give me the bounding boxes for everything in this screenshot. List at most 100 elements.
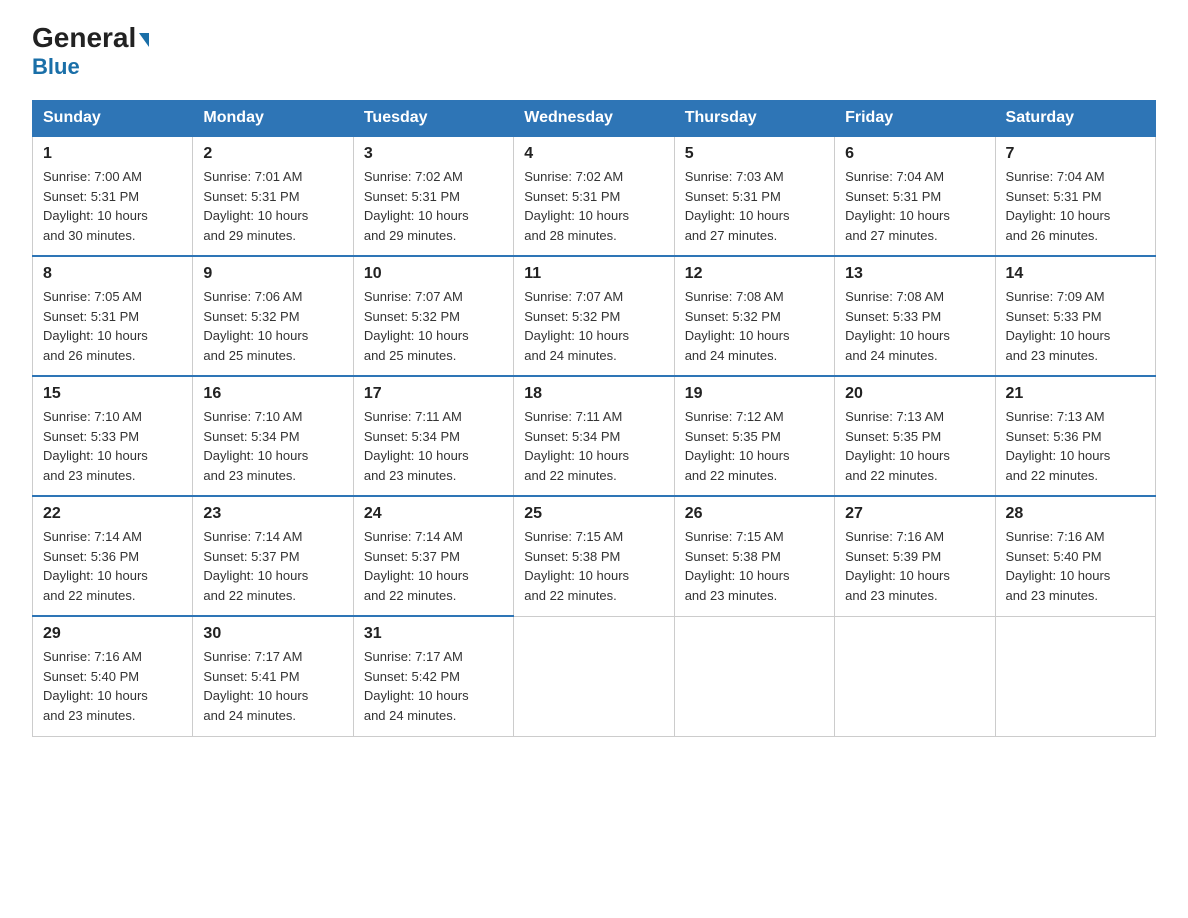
calendar-cell: 8 Sunrise: 7:05 AM Sunset: 5:31 PM Daylig… [33, 256, 193, 376]
calendar-cell: 1Sunrise: 7:00 AM Sunset: 5:31 PM Daylig… [33, 136, 193, 256]
day-number: 26 [685, 505, 824, 523]
calendar-cell [674, 616, 834, 736]
calendar-cell: 28 Sunrise: 7:16 AM Sunset: 5:40 PM Dayli… [995, 496, 1155, 616]
calendar-cell: 10 Sunrise: 7:07 AM Sunset: 5:32 PM Dayli… [353, 256, 513, 376]
day-info: Sunrise: 7:15 AM Sunset: 5:38 PM Dayligh… [524, 527, 663, 605]
logo: General Blue [32, 24, 149, 80]
day-info: Sunrise: 7:04 AM Sunset: 5:31 PM Dayligh… [845, 167, 984, 245]
calendar-cell: 22 Sunrise: 7:14 AM Sunset: 5:36 PM Dayli… [33, 496, 193, 616]
logo-general: General [32, 24, 149, 52]
calendar-table: SundayMondayTuesdayWednesdayThursdayFrid… [32, 100, 1156, 737]
day-number: 23 [203, 505, 342, 523]
calendar-cell [995, 616, 1155, 736]
day-info: Sunrise: 7:08 AM Sunset: 5:33 PM Dayligh… [845, 287, 984, 365]
calendar-cell: 30 Sunrise: 7:17 AM Sunset: 5:41 PM Dayli… [193, 616, 353, 736]
day-number: 20 [845, 385, 984, 403]
logo-blue-text: Blue [32, 54, 80, 80]
day-number: 8 [43, 265, 182, 283]
calendar-cell: 31 Sunrise: 7:17 AM Sunset: 5:42 PM Dayli… [353, 616, 513, 736]
day-number: 29 [43, 625, 182, 643]
day-info: Sunrise: 7:03 AM Sunset: 5:31 PM Dayligh… [685, 167, 824, 245]
day-number: 7 [1006, 145, 1145, 163]
calendar-week-row: 29 Sunrise: 7:16 AM Sunset: 5:40 PM Dayli… [33, 616, 1156, 736]
day-info: Sunrise: 7:15 AM Sunset: 5:38 PM Dayligh… [685, 527, 824, 605]
calendar-cell: 9 Sunrise: 7:06 AM Sunset: 5:32 PM Daylig… [193, 256, 353, 376]
day-number: 5 [685, 145, 824, 163]
day-info: Sunrise: 7:08 AM Sunset: 5:32 PM Dayligh… [685, 287, 824, 365]
calendar-cell: 4 Sunrise: 7:02 AM Sunset: 5:31 PM Daylig… [514, 136, 674, 256]
page-header: General Blue [32, 24, 1156, 80]
calendar-cell: 24 Sunrise: 7:14 AM Sunset: 5:37 PM Dayli… [353, 496, 513, 616]
day-number: 4 [524, 145, 663, 163]
day-number: 21 [1006, 385, 1145, 403]
day-number: 18 [524, 385, 663, 403]
day-number: 16 [203, 385, 342, 403]
day-info: Sunrise: 7:13 AM Sunset: 5:36 PM Dayligh… [1006, 407, 1145, 485]
day-info: Sunrise: 7:02 AM Sunset: 5:31 PM Dayligh… [524, 167, 663, 245]
day-number: 6 [845, 145, 984, 163]
day-number: 15 [43, 385, 182, 403]
calendar-week-row: 1Sunrise: 7:00 AM Sunset: 5:31 PM Daylig… [33, 136, 1156, 256]
day-number: 22 [43, 505, 182, 523]
day-info: Sunrise: 7:14 AM Sunset: 5:37 PM Dayligh… [364, 527, 503, 605]
day-number: 25 [524, 505, 663, 523]
calendar-cell: 21 Sunrise: 7:13 AM Sunset: 5:36 PM Dayli… [995, 376, 1155, 496]
day-info: Sunrise: 7:00 AM Sunset: 5:31 PM Dayligh… [43, 167, 182, 245]
calendar-week-row: 22 Sunrise: 7:14 AM Sunset: 5:36 PM Dayli… [33, 496, 1156, 616]
calendar-cell: 7 Sunrise: 7:04 AM Sunset: 5:31 PM Daylig… [995, 136, 1155, 256]
day-info: Sunrise: 7:12 AM Sunset: 5:35 PM Dayligh… [685, 407, 824, 485]
calendar-cell: 23 Sunrise: 7:14 AM Sunset: 5:37 PM Dayli… [193, 496, 353, 616]
day-info: Sunrise: 7:17 AM Sunset: 5:42 PM Dayligh… [364, 647, 503, 725]
day-info: Sunrise: 7:04 AM Sunset: 5:31 PM Dayligh… [1006, 167, 1145, 245]
day-info: Sunrise: 7:16 AM Sunset: 5:40 PM Dayligh… [1006, 527, 1145, 605]
day-number: 31 [364, 625, 503, 643]
calendar-cell: 6 Sunrise: 7:04 AM Sunset: 5:31 PM Daylig… [835, 136, 995, 256]
day-info: Sunrise: 7:14 AM Sunset: 5:36 PM Dayligh… [43, 527, 182, 605]
column-header-tuesday: Tuesday [353, 101, 513, 137]
column-header-wednesday: Wednesday [514, 101, 674, 137]
day-info: Sunrise: 7:10 AM Sunset: 5:33 PM Dayligh… [43, 407, 182, 485]
day-number: 3 [364, 145, 503, 163]
day-info: Sunrise: 7:17 AM Sunset: 5:41 PM Dayligh… [203, 647, 342, 725]
calendar-cell: 17Sunrise: 7:11 AM Sunset: 5:34 PM Dayli… [353, 376, 513, 496]
day-info: Sunrise: 7:11 AM Sunset: 5:34 PM Dayligh… [524, 407, 663, 485]
column-header-monday: Monday [193, 101, 353, 137]
calendar-cell: 19 Sunrise: 7:12 AM Sunset: 5:35 PM Dayli… [674, 376, 834, 496]
day-info: Sunrise: 7:13 AM Sunset: 5:35 PM Dayligh… [845, 407, 984, 485]
day-number: 13 [845, 265, 984, 283]
day-info: Sunrise: 7:09 AM Sunset: 5:33 PM Dayligh… [1006, 287, 1145, 365]
day-info: Sunrise: 7:06 AM Sunset: 5:32 PM Dayligh… [203, 287, 342, 365]
day-number: 10 [364, 265, 503, 283]
calendar-cell: 15 Sunrise: 7:10 AM Sunset: 5:33 PM Dayli… [33, 376, 193, 496]
calendar-cell: 25 Sunrise: 7:15 AM Sunset: 5:38 PM Dayli… [514, 496, 674, 616]
column-header-sunday: Sunday [33, 101, 193, 137]
day-info: Sunrise: 7:16 AM Sunset: 5:40 PM Dayligh… [43, 647, 182, 725]
day-info: Sunrise: 7:02 AM Sunset: 5:31 PM Dayligh… [364, 167, 503, 245]
day-info: Sunrise: 7:16 AM Sunset: 5:39 PM Dayligh… [845, 527, 984, 605]
calendar-cell: 20 Sunrise: 7:13 AM Sunset: 5:35 PM Dayli… [835, 376, 995, 496]
day-number: 28 [1006, 505, 1145, 523]
calendar-cell: 14 Sunrise: 7:09 AM Sunset: 5:33 PM Dayli… [995, 256, 1155, 376]
column-header-friday: Friday [835, 101, 995, 137]
day-number: 9 [203, 265, 342, 283]
calendar-cell [835, 616, 995, 736]
day-info: Sunrise: 7:14 AM Sunset: 5:37 PM Dayligh… [203, 527, 342, 605]
day-info: Sunrise: 7:11 AM Sunset: 5:34 PM Dayligh… [364, 407, 503, 485]
calendar-week-row: 8 Sunrise: 7:05 AM Sunset: 5:31 PM Daylig… [33, 256, 1156, 376]
day-info: Sunrise: 7:10 AM Sunset: 5:34 PM Dayligh… [203, 407, 342, 485]
day-info: Sunrise: 7:07 AM Sunset: 5:32 PM Dayligh… [364, 287, 503, 365]
calendar-cell: 29 Sunrise: 7:16 AM Sunset: 5:40 PM Dayli… [33, 616, 193, 736]
day-number: 30 [203, 625, 342, 643]
day-number: 14 [1006, 265, 1145, 283]
day-info: Sunrise: 7:07 AM Sunset: 5:32 PM Dayligh… [524, 287, 663, 365]
day-number: 12 [685, 265, 824, 283]
column-header-saturday: Saturday [995, 101, 1155, 137]
day-number: 19 [685, 385, 824, 403]
day-info: Sunrise: 7:05 AM Sunset: 5:31 PM Dayligh… [43, 287, 182, 365]
calendar-cell: 27 Sunrise: 7:16 AM Sunset: 5:39 PM Dayli… [835, 496, 995, 616]
day-number: 24 [364, 505, 503, 523]
calendar-cell: 12 Sunrise: 7:08 AM Sunset: 5:32 PM Dayli… [674, 256, 834, 376]
calendar-cell: 13 Sunrise: 7:08 AM Sunset: 5:33 PM Dayli… [835, 256, 995, 376]
calendar-cell [514, 616, 674, 736]
day-number: 27 [845, 505, 984, 523]
